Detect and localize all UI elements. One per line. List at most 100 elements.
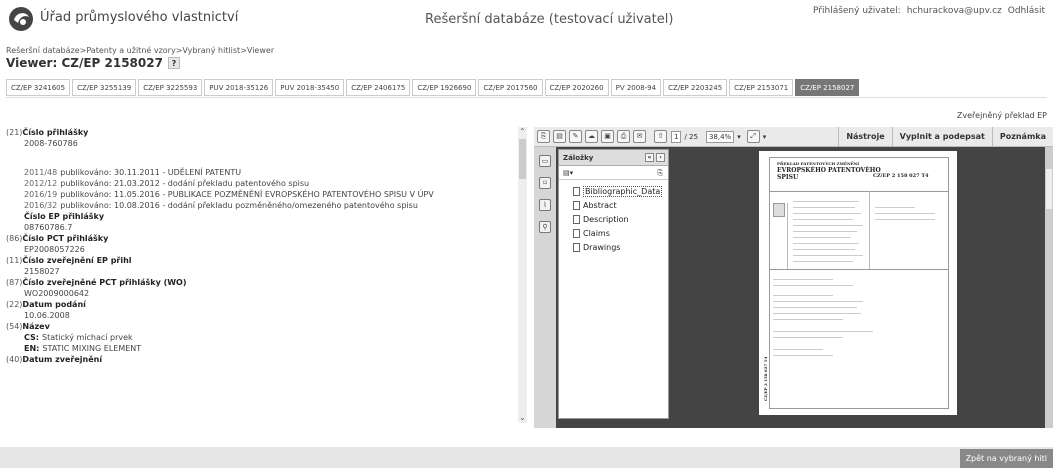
publication-item: 2016/32 publikováno: 10.08.2016 - dodání …: [6, 200, 516, 211]
pdf-toolbar: ⎘ ▤ ✎ ☁ ▣ ⎙ ✉ ⇧ 1 / 25 38,4% ▾ ⤢ ▾ Nástr…: [534, 127, 1053, 147]
bookmarks-title: Záložky: [563, 154, 594, 162]
field-label: Číslo EP přihlášky: [24, 212, 105, 221]
zoom-select[interactable]: 38,4%: [705, 130, 735, 143]
attachment-icon[interactable]: ⌇: [539, 199, 551, 211]
mail-icon[interactable]: ✉: [633, 130, 646, 143]
collapse-icon[interactable]: «: [645, 153, 654, 162]
field-value: 2158027: [24, 267, 60, 276]
logout-link[interactable]: Odhlásit: [1008, 6, 1045, 16]
org-name: Úřad průmyslového vlastnictví: [40, 10, 239, 25]
page-title: Viewer: CZ/EP 2158027 ?: [6, 56, 180, 70]
field-row: (22) Datum podání: [6, 299, 516, 310]
bookmark-list: Bibliographic_Data Abstract Description …: [559, 180, 668, 254]
help-button[interactable]: ?: [167, 57, 180, 69]
publication-text: publikováno: 11.05.2016 - PUBLIKACE POZM…: [60, 190, 434, 199]
tab-document[interactable]: CZ/EP 1926690: [412, 79, 477, 96]
publication-text: publikováno: 21.03.2012 - dodání překlad…: [60, 179, 310, 188]
combine-icon[interactable]: ▤: [553, 130, 566, 143]
field-code: (21): [6, 128, 23, 137]
breadcrumb-item[interactable]: >Patenty a užitné vzory: [80, 46, 176, 55]
page-thumbnails-icon[interactable]: ▭: [539, 155, 551, 167]
document-icon: [573, 228, 580, 238]
new-bookmark-icon[interactable]: ⎘: [657, 166, 663, 180]
bookmark-item[interactable]: Description: [573, 212, 668, 226]
tab-document[interactable]: CZ/EP 2020260: [544, 79, 609, 96]
page-input[interactable]: 1: [671, 130, 682, 143]
save-icon[interactable]: ▣: [601, 130, 614, 143]
publication-item: 2011/48 publikováno: 30.11.2011 - UDĚLENÍ…: [6, 167, 516, 178]
tab-document[interactable]: PV 2008-94: [610, 79, 662, 96]
tab-document[interactable]: CZ/EP 2153071: [729, 79, 794, 96]
tab-document[interactable]: CZ/EP 2406175: [346, 79, 411, 96]
bookmark-label: Drawings: [583, 242, 621, 252]
header: Úřad průmyslového vlastnictví Rešeršní d…: [0, 0, 1053, 44]
tab-document-active[interactable]: CZ/EP 2158027: [795, 79, 860, 96]
tab-document[interactable]: CZ/EP 2017560: [478, 79, 543, 96]
tab-document[interactable]: PUV 2018-35126: [204, 79, 274, 96]
chevron-down-icon[interactable]: ▾: [763, 133, 767, 141]
pdf-page[interactable]: PŘEKLAD PATENTOVÝCH ZMĚNĚNÍ EVROPSKÉHO P…: [759, 151, 957, 415]
tab-document[interactable]: CZ/EP 3241605: [6, 79, 71, 96]
field-value: WO2009000642: [24, 289, 90, 298]
bookmark-icon[interactable]: ⌑: [539, 177, 551, 189]
app-title: Rešeršní databáze (testovací uživatel): [425, 12, 674, 27]
breadcrumb-item: >Viewer: [240, 46, 275, 55]
bookmark-item[interactable]: Bibliographic_Data: [573, 184, 668, 198]
options-icon[interactable]: ▤▾: [563, 169, 573, 177]
breadcrumb-item[interactable]: >Vybraný hitlist: [176, 46, 241, 55]
page-total: / 25: [684, 132, 698, 141]
tab-document[interactable]: CZ/EP 3255139: [72, 79, 137, 96]
info-scrollbar[interactable]: ⌃ ⌄: [518, 127, 527, 423]
field-code: (40): [6, 355, 23, 364]
back-to-hitlist-button[interactable]: Zpět na vybraný hitl: [959, 449, 1053, 468]
publication-year: 2016/32: [24, 201, 58, 210]
tab-document[interactable]: PUV 2018-35450: [275, 79, 345, 96]
pdf-nav-sidebar: ▭ ⌑ ⌇ ⚲: [534, 147, 556, 428]
field-row: (87) Číslo zveřejněné PCT přihlášky (WO): [6, 277, 516, 288]
field-code: (87): [6, 278, 23, 287]
chevron-up-icon[interactable]: ⌃: [518, 127, 527, 137]
scrollbar-thumb[interactable]: [1046, 169, 1052, 209]
comment-button[interactable]: Poznámka: [991, 127, 1053, 147]
bookmark-item[interactable]: Abstract: [573, 198, 668, 212]
bookmark-label: Claims: [583, 228, 610, 238]
document-icon: [573, 214, 580, 224]
prev-page-icon[interactable]: ⇧: [654, 130, 667, 143]
pdf-viewer: ⎘ ▤ ✎ ☁ ▣ ⎙ ✉ ⇧ 1 / 25 38,4% ▾ ⤢ ▾ Nástr…: [534, 127, 1053, 428]
breadcrumb-item[interactable]: Rešeršní databáze: [6, 46, 80, 55]
tab-document[interactable]: CZ/EP 3225593: [138, 79, 203, 96]
publication-item: 2016/19 publikováno: 11.05.2016 - PUBLIKA…: [6, 189, 516, 200]
translation-link[interactable]: Zveřejněný překlad EP: [957, 111, 1047, 120]
publication-item: 2012/12 publikováno: 21.03.2012 - dodání …: [6, 178, 516, 189]
chevron-down-icon[interactable]: ▾: [737, 133, 741, 141]
field-row: (86) Číslo PCT přihlášky: [6, 233, 516, 244]
close-icon[interactable]: ›: [656, 153, 665, 162]
breadcrumb: Rešeršní databáze >Patenty a užitné vzor…: [6, 46, 274, 55]
tools-button[interactable]: Nástroje: [838, 127, 891, 147]
create-pdf-icon[interactable]: ⎘: [537, 130, 550, 143]
print-icon[interactable]: ⎙: [617, 130, 630, 143]
upv-logo-icon: [9, 7, 33, 31]
bibliographic-info: (21) Číslo přihlášky 2008-760786 2011/48…: [6, 127, 516, 365]
tabs-divider: [6, 97, 1047, 98]
field-label: Název: [22, 322, 50, 331]
bookmark-item[interactable]: Drawings: [573, 240, 668, 254]
lang-key: CS:: [24, 333, 39, 342]
scrollbar-thumb[interactable]: [519, 139, 526, 179]
pdf-page-title: PŘEKLAD PATENTOVÝCH ZMĚNĚNÍ EVROPSKÉHO P…: [777, 161, 881, 181]
bookmarks-header: Záložky « ›: [559, 150, 668, 166]
chevron-down-icon[interactable]: ⌄: [518, 413, 527, 423]
document-icon: [573, 242, 580, 252]
tab-document[interactable]: CZ/EP 2203245: [663, 79, 728, 96]
document-icon: [573, 200, 580, 210]
search-icon[interactable]: ⚲: [539, 221, 551, 233]
cloud-icon[interactable]: ☁: [585, 130, 598, 143]
fill-sign-button[interactable]: Vyplnit a podepsat: [891, 127, 992, 147]
field-label: Číslo zveřejněné PCT přihlášky (WO): [22, 278, 187, 287]
pdf-scrollbar[interactable]: [1045, 147, 1053, 428]
edit-icon[interactable]: ✎: [569, 130, 582, 143]
page-frame: [769, 157, 949, 409]
fit-page-icon[interactable]: ⤢: [746, 130, 760, 143]
field-code: (11): [6, 256, 23, 265]
bookmark-item[interactable]: Claims: [573, 226, 668, 240]
